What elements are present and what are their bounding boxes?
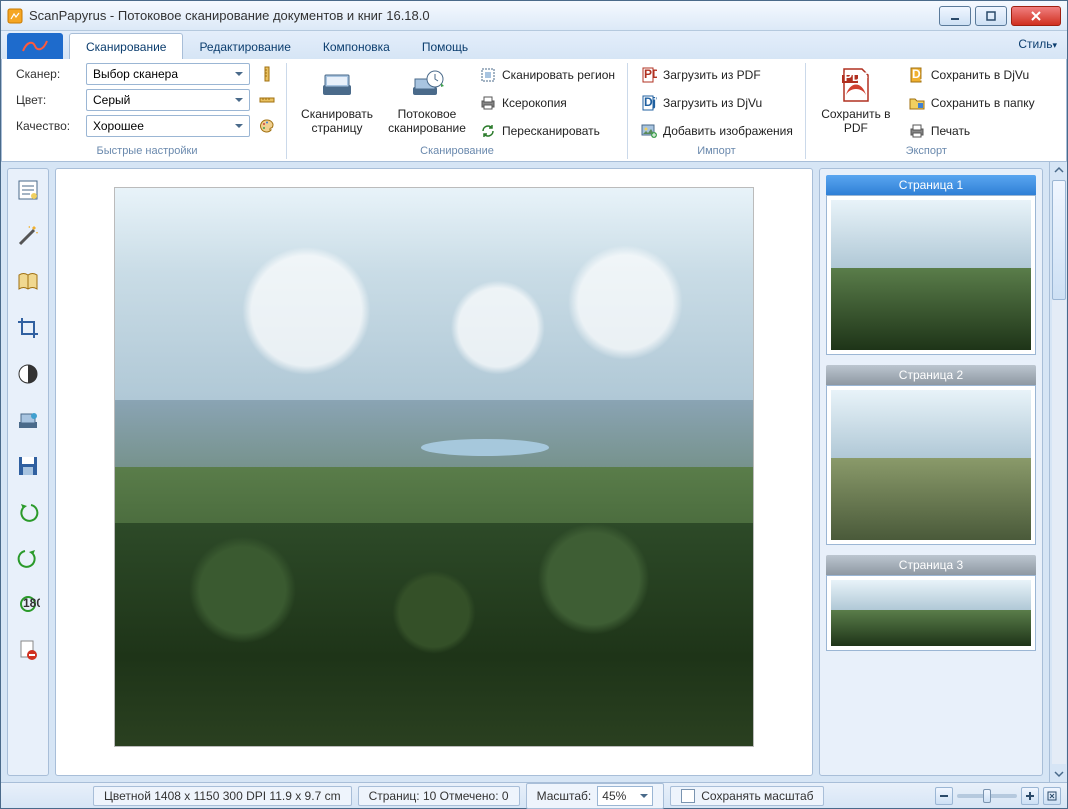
rotate-right-icon[interactable] (13, 543, 43, 573)
app-menu-button[interactable] (7, 33, 63, 59)
save-djvu-button[interactable]: DjVu Сохранить в DjVu (904, 63, 1039, 87)
palette-icon[interactable] (256, 115, 278, 137)
thumbs-scrollbar[interactable] (1049, 162, 1067, 782)
scan-group-label: Сканирование (295, 143, 619, 157)
keep-zoom-seg[interactable]: Сохранять масштаб (670, 786, 824, 806)
crop-icon[interactable] (13, 313, 43, 343)
clock-scan-icon (407, 65, 447, 105)
zoom-combo[interactable]: 45% (597, 786, 653, 806)
color-combo[interactable]: Серый (86, 89, 250, 111)
properties-icon[interactable] (13, 175, 43, 205)
rotate-left-icon[interactable] (13, 497, 43, 527)
folder-save-icon (908, 94, 926, 112)
ruler-vert-icon[interactable] (256, 63, 278, 85)
tab-help[interactable]: Помощь (406, 34, 484, 59)
import-group-label: Импорт (636, 143, 797, 157)
refresh-icon (479, 122, 497, 140)
ribbon: Сканер: Выбор сканера Цвет: Серый Качест… (1, 59, 1067, 162)
thumb-page-3[interactable]: Страница 3 (826, 555, 1036, 651)
app-icon (7, 8, 23, 24)
maximize-button[interactable] (975, 6, 1007, 26)
scan-page-button[interactable]: Сканировать страницу (295, 63, 379, 138)
xerox-button[interactable]: Ксерокопия (475, 91, 619, 115)
thumb-page-2[interactable]: Страница 2 (826, 365, 1036, 545)
close-button[interactable] (1011, 6, 1061, 26)
zoom-fit-button[interactable] (1043, 787, 1061, 805)
zoom-slider[interactable] (957, 794, 1017, 798)
scanner-combo[interactable]: Выбор сканера (86, 63, 250, 85)
image-add-icon (640, 122, 658, 140)
status-zoom-seg: Масштаб: 45% (526, 783, 665, 809)
keep-zoom-checkbox[interactable] (681, 789, 695, 803)
load-djvu-button[interactable]: DjVu Загрузить из DjVu (636, 91, 797, 115)
minimize-button[interactable] (939, 6, 971, 26)
thumb-header: Страница 2 (826, 365, 1036, 385)
ribbon-tabs: Сканирование Редактирование Компоновка П… (1, 31, 1067, 59)
scroll-down-icon[interactable] (1051, 766, 1067, 782)
side-toolbar: 180 (7, 168, 49, 776)
canvas-area[interactable] (55, 168, 813, 776)
svg-text:PDF: PDF (644, 67, 657, 81)
magic-wand-icon[interactable] (13, 221, 43, 251)
scroll-handle[interactable] (1052, 180, 1066, 300)
pdf-icon: PDF (640, 66, 658, 84)
tab-edit[interactable]: Редактирование (183, 34, 306, 59)
print-icon (908, 122, 926, 140)
stream-scan-button[interactable]: Потоковое сканирование (385, 63, 469, 138)
book-icon[interactable] (13, 267, 43, 297)
scan-region-button[interactable]: Сканировать регион (475, 63, 619, 87)
status-pages: Страниц: 10 Отмечено: 0 (358, 786, 520, 806)
save-icon[interactable] (13, 451, 43, 481)
add-images-button[interactable]: Добавить изображения (636, 119, 797, 143)
color-label: Цвет: (16, 93, 80, 107)
zoom-in-button[interactable] (1021, 787, 1039, 805)
statusbar: Цветной 1408 x 1150 300 DPI 11.9 x 9.7 c… (1, 782, 1067, 808)
export-group-label: Экспорт (814, 143, 1039, 157)
pdf-big-icon: PDF (836, 65, 876, 105)
tab-layout[interactable]: Компоновка (307, 34, 406, 59)
quality-combo[interactable]: Хорошее (86, 115, 250, 137)
content-area: 180 Страница 1 Страница 2 Страница (1, 162, 1049, 782)
quick-group-label: Быстрые настройки (16, 143, 278, 157)
svg-text:PDF: PDF (844, 70, 868, 84)
svg-text:180: 180 (23, 596, 40, 610)
svg-text:DjVu: DjVu (912, 67, 925, 81)
scroll-up-icon[interactable] (1051, 162, 1067, 178)
save-pdf-button[interactable]: PDF Сохранить в PDF (814, 63, 898, 138)
tab-scan[interactable]: Сканирование (69, 33, 183, 59)
ruler-horiz-icon[interactable] (256, 89, 278, 111)
window-title: ScanPapyrus - Потоковое сканирование док… (29, 8, 939, 23)
main-image (114, 187, 754, 747)
djvu-save-icon: DjVu (908, 66, 926, 84)
region-icon (479, 66, 497, 84)
scanner-label: Сканер: (16, 67, 80, 81)
load-pdf-button[interactable]: PDF Загрузить из PDF (636, 63, 797, 87)
status-info: Цветной 1408 x 1150 300 DPI 11.9 x 9.7 c… (93, 786, 352, 806)
djvu-icon: DjVu (640, 94, 658, 112)
titlebar: ScanPapyrus - Потоковое сканирование док… (1, 1, 1067, 31)
scanner-icon (317, 65, 357, 105)
zoom-out-button[interactable] (935, 787, 953, 805)
thumb-page-1[interactable]: Страница 1 (826, 175, 1036, 355)
quality-label: Качество: (16, 119, 80, 133)
delete-page-icon[interactable] (13, 635, 43, 665)
print-button[interactable]: Печать (904, 119, 1039, 143)
thumb-header: Страница 1 (826, 175, 1036, 195)
rescan-button[interactable]: Пересканировать (475, 119, 619, 143)
printer-icon (479, 94, 497, 112)
thumbnails-panel: Страница 1 Страница 2 Страница 3 (819, 168, 1043, 776)
scanner-small-icon[interactable] (13, 405, 43, 435)
thumb-header: Страница 3 (826, 555, 1036, 575)
svg-text:DjVu: DjVu (644, 95, 657, 109)
contrast-icon[interactable] (13, 359, 43, 389)
style-menu[interactable]: Стиль▾ (1018, 37, 1057, 51)
save-folder-button[interactable]: Сохранить в папку (904, 91, 1039, 115)
rotate-180-icon[interactable]: 180 (13, 589, 43, 619)
